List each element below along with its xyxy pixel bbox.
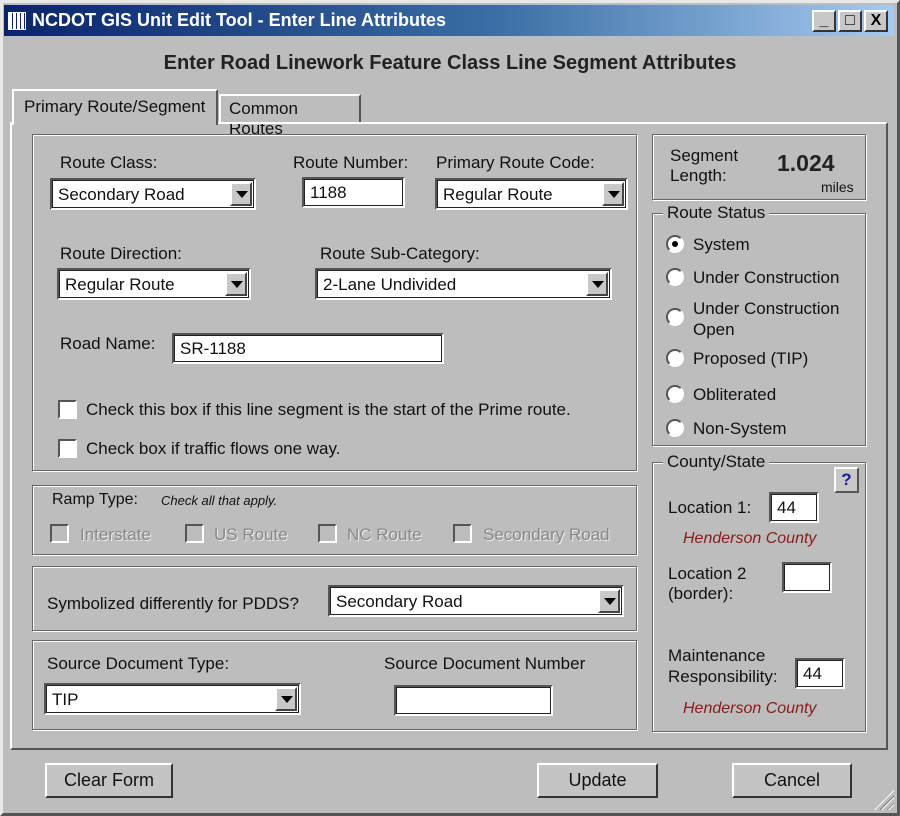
- status-non-system-radio[interactable]: [666, 419, 684, 437]
- window-title: NCDOT GIS Unit Edit Tool - Enter Line At…: [32, 10, 446, 30]
- location-2-label: Location 2: [668, 564, 747, 583]
- chevron-down-icon[interactable]: [275, 687, 297, 711]
- source-type-label: Source Document Type:: [47, 654, 230, 673]
- app-icon: [8, 11, 26, 30]
- segment-length-value: 1.024: [777, 150, 835, 176]
- maintenance-label: Maintenance: [668, 646, 766, 665]
- chevron-down-icon[interactable]: [598, 589, 620, 613]
- ramp-nc-route-label: NC Route: [347, 525, 422, 544]
- chevron-down-icon[interactable]: [230, 182, 252, 206]
- prime-start-label: Check this box if this line segment is t…: [86, 400, 571, 419]
- route-number-label: Route Number:: [293, 153, 409, 172]
- county-state-title: County/State: [663, 452, 770, 472]
- status-system-label: System: [693, 235, 750, 254]
- ramp-type-label: Ramp Type:: [52, 491, 138, 508]
- pdds-value: Secondary Road: [336, 592, 463, 611]
- location-1-county-name: Henderson County: [683, 530, 817, 547]
- cancel-button[interactable]: Cancel: [732, 763, 852, 798]
- one-way-checkbox[interactable]: [58, 439, 77, 458]
- location-2-label-2: (border):: [668, 584, 734, 603]
- source-type-value: TIP: [52, 690, 79, 709]
- segment-length-unit: miles: [821, 179, 854, 195]
- route-status-title: Route Status: [663, 203, 770, 223]
- route-class-label: Route Class:: [60, 153, 158, 172]
- status-under-construction-radio[interactable]: [666, 268, 684, 286]
- status-non-system-label: Non-System: [693, 419, 787, 438]
- location-2-input[interactable]: [782, 562, 832, 593]
- status-under-construction-label: Under Construction: [693, 268, 840, 287]
- maintenance-county-name: Henderson County: [683, 700, 817, 717]
- ramp-secondary-road-label: Secondary Road: [483, 525, 610, 544]
- status-obliterated-radio[interactable]: [666, 385, 684, 403]
- page-title: Enter Road Linework Feature Class Line S…: [163, 52, 737, 74]
- primary-route-code-select[interactable]: Regular Route: [435, 178, 628, 210]
- primary-route-code-value: Regular Route: [443, 185, 553, 204]
- road-name-label: Road Name:: [60, 334, 156, 353]
- clear-form-button[interactable]: Clear Form: [45, 763, 173, 798]
- update-button[interactable]: Update: [537, 763, 658, 798]
- source-number-input[interactable]: [394, 685, 553, 716]
- route-subcategory-select[interactable]: 2-Lane Undivided: [315, 268, 612, 300]
- chevron-down-icon[interactable]: [225, 272, 247, 296]
- status-system-radio[interactable]: [666, 235, 684, 253]
- segment-length-label-2: Length:: [670, 166, 727, 185]
- minimize-button[interactable]: _: [812, 10, 836, 32]
- status-under-construction-open-label: Under Construction Open: [693, 299, 840, 339]
- route-class-select[interactable]: Secondary Road: [50, 178, 256, 210]
- pdds-label: Symbolized differently for PDDS?: [47, 594, 299, 613]
- close-button[interactable]: X: [864, 10, 888, 32]
- primary-route-code-label: Primary Route Code:: [436, 153, 595, 172]
- status-under-construction-open-radio[interactable]: [666, 308, 684, 326]
- chevron-down-icon[interactable]: [586, 272, 608, 296]
- route-number-input[interactable]: 1188: [302, 177, 405, 208]
- location-1-label: Location 1:: [668, 498, 752, 517]
- ramp-us-route-label: US Route: [214, 525, 288, 544]
- route-direction-label: Route Direction:: [60, 244, 182, 263]
- prime-start-checkbox[interactable]: [58, 400, 77, 419]
- ramp-interstate-label: Interstate: [80, 525, 151, 544]
- tab-primary-route-segment[interactable]: Primary Route/Segment: [12, 89, 218, 125]
- route-subcategory-value: 2-Lane Undivided: [323, 275, 457, 294]
- source-type-select[interactable]: TIP: [44, 683, 301, 715]
- route-direction-select[interactable]: Regular Route: [57, 268, 251, 300]
- ramp-nc-route-checkbox[interactable]: [318, 524, 337, 543]
- route-subcategory-label: Route Sub-Category:: [320, 244, 480, 263]
- status-proposed-radio[interactable]: [666, 349, 684, 367]
- pdds-select[interactable]: Secondary Road: [328, 585, 624, 617]
- source-number-label: Source Document Number: [384, 654, 586, 673]
- maximize-button[interactable]: □: [838, 10, 862, 32]
- route-class-value: Secondary Road: [58, 185, 185, 204]
- chevron-down-icon[interactable]: [602, 182, 624, 206]
- tab-common-routes[interactable]: Common Routes: [219, 94, 361, 138]
- ramp-type-hint: Check all that apply.: [161, 493, 278, 508]
- road-name-input[interactable]: SR-1188: [172, 333, 444, 364]
- status-obliterated-label: Obliterated: [693, 385, 777, 404]
- tab-label: Primary Route/Segment: [24, 97, 206, 116]
- ramp-interstate-checkbox[interactable]: [50, 524, 69, 543]
- title-bar: NCDOT GIS Unit Edit Tool - Enter Line At…: [4, 5, 894, 36]
- maintenance-input[interactable]: 44: [795, 658, 845, 689]
- ramp-us-route-checkbox[interactable]: [185, 524, 204, 543]
- one-way-label: Check box if traffic flows one way.: [86, 439, 341, 458]
- route-direction-value: Regular Route: [65, 275, 175, 294]
- segment-length-label: Segment: [670, 146, 739, 165]
- status-proposed-label: Proposed (TIP): [693, 349, 809, 368]
- maintenance-label-2: Responsibility:: [668, 667, 778, 686]
- ramp-secondary-road-checkbox[interactable]: [453, 524, 472, 543]
- location-1-input[interactable]: 44: [769, 492, 819, 523]
- help-button[interactable]: ?: [834, 467, 859, 493]
